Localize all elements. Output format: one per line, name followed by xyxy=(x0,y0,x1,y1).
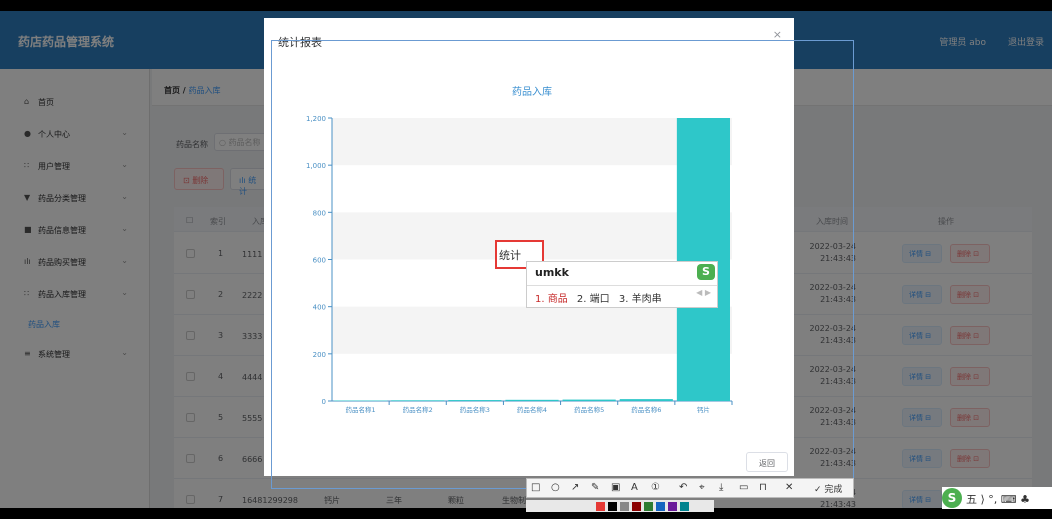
color-swatch[interactable] xyxy=(620,502,629,511)
grid-band xyxy=(332,306,732,354)
capture-toolbar: □ ○ ↗ ✎ ▣ A ① ↶ ⌖ ⤓ ▭ ⊓ ✕ ✓ 完成 xyxy=(526,478,854,498)
x-tick-label: 药品名称2 xyxy=(403,405,433,414)
ime-candidate-2[interactable]: 2. 端口 xyxy=(577,294,610,305)
chart-bar xyxy=(391,400,445,401)
capture-tool-icon[interactable]: ⤓ xyxy=(719,482,723,493)
chart-bar xyxy=(448,400,502,401)
y-tick-label: 800 xyxy=(313,209,326,217)
x-tick-label: 药品名称1 xyxy=(346,405,376,414)
color-palette xyxy=(526,500,714,512)
x-tick-label: 药品名称3 xyxy=(460,405,490,414)
capture-tool-icon[interactable]: ⌖ xyxy=(699,482,705,493)
grid-band xyxy=(332,118,732,166)
sogou-tray-icon[interactable]: S xyxy=(942,488,962,508)
chart-bar xyxy=(619,399,673,401)
capture-tool-icon[interactable]: ○ xyxy=(551,482,560,493)
color-swatch[interactable] xyxy=(644,502,653,511)
ime-input-text: umkk xyxy=(535,266,569,279)
color-swatch[interactable] xyxy=(608,502,617,511)
ime-candidate-3[interactable]: 3. 羊肉串 xyxy=(619,294,662,305)
capture-tool-icon[interactable]: ↶ xyxy=(679,482,687,493)
y-tick-label: 400 xyxy=(313,304,326,312)
ime-candidate-window: umkk S 1. 商品 2. 端口 3. 羊肉串 ◀ ▶ xyxy=(526,261,718,308)
color-swatch[interactable] xyxy=(668,502,677,511)
app-window: 药店药品管理系统 管理员 abo 退出登录 ⌂首页●个人中心⌄∷用户管理⌄▼药品… xyxy=(0,11,1052,508)
color-swatch[interactable] xyxy=(680,502,689,511)
capture-tool-icon[interactable]: A xyxy=(631,482,638,493)
finish-button[interactable]: ✓ 完成 xyxy=(814,482,842,495)
color-swatch[interactable] xyxy=(632,502,641,511)
y-tick-label: 1,200 xyxy=(306,115,326,123)
capture-tool-icon[interactable]: ▭ xyxy=(739,482,748,493)
tray-status-text[interactable]: 五 ⟩ °, ⌨ ♣ xyxy=(966,491,1030,507)
capture-tool-icon[interactable]: ✎ xyxy=(591,482,599,493)
capture-tool-icon[interactable]: ↗ xyxy=(571,482,579,493)
chart-title: 药品入库 xyxy=(512,85,552,98)
ime-status-tray: S 五 ⟩ °, ⌨ ♣ xyxy=(942,487,1052,509)
capture-tool-icon[interactable]: ✕ xyxy=(785,482,793,493)
capture-tool-icon[interactable]: □ xyxy=(531,482,540,493)
y-tick-label: 0 xyxy=(322,398,326,406)
capture-tool-icon[interactable]: ① xyxy=(651,482,660,493)
y-tick-label: 1,000 xyxy=(306,162,326,170)
color-swatch[interactable] xyxy=(656,502,665,511)
x-tick-label: 钙片 xyxy=(697,405,710,414)
chart-bar xyxy=(676,118,730,401)
ime-page-nav-icon[interactable]: ◀ ▶ xyxy=(696,288,711,297)
chart-bar xyxy=(505,399,559,401)
x-tick-label: 药品名称6 xyxy=(631,405,661,414)
sogou-logo-icon: S xyxy=(697,264,715,280)
ime-candidate-1[interactable]: 1. 商品 xyxy=(535,294,568,305)
y-tick-label: 600 xyxy=(313,257,326,265)
x-tick-label: 药品名称5 xyxy=(574,405,604,414)
ime-candidates: 1. 商品 2. 端口 3. 羊肉串 xyxy=(527,285,717,307)
x-tick-label: 药品名称4 xyxy=(517,405,547,414)
chart-bar xyxy=(562,399,616,401)
y-tick-label: 200 xyxy=(313,351,326,359)
capture-tool-icon[interactable]: ▣ xyxy=(611,482,620,493)
color-swatch[interactable] xyxy=(596,502,605,511)
capture-tool-icon[interactable]: ⊓ xyxy=(759,482,767,493)
